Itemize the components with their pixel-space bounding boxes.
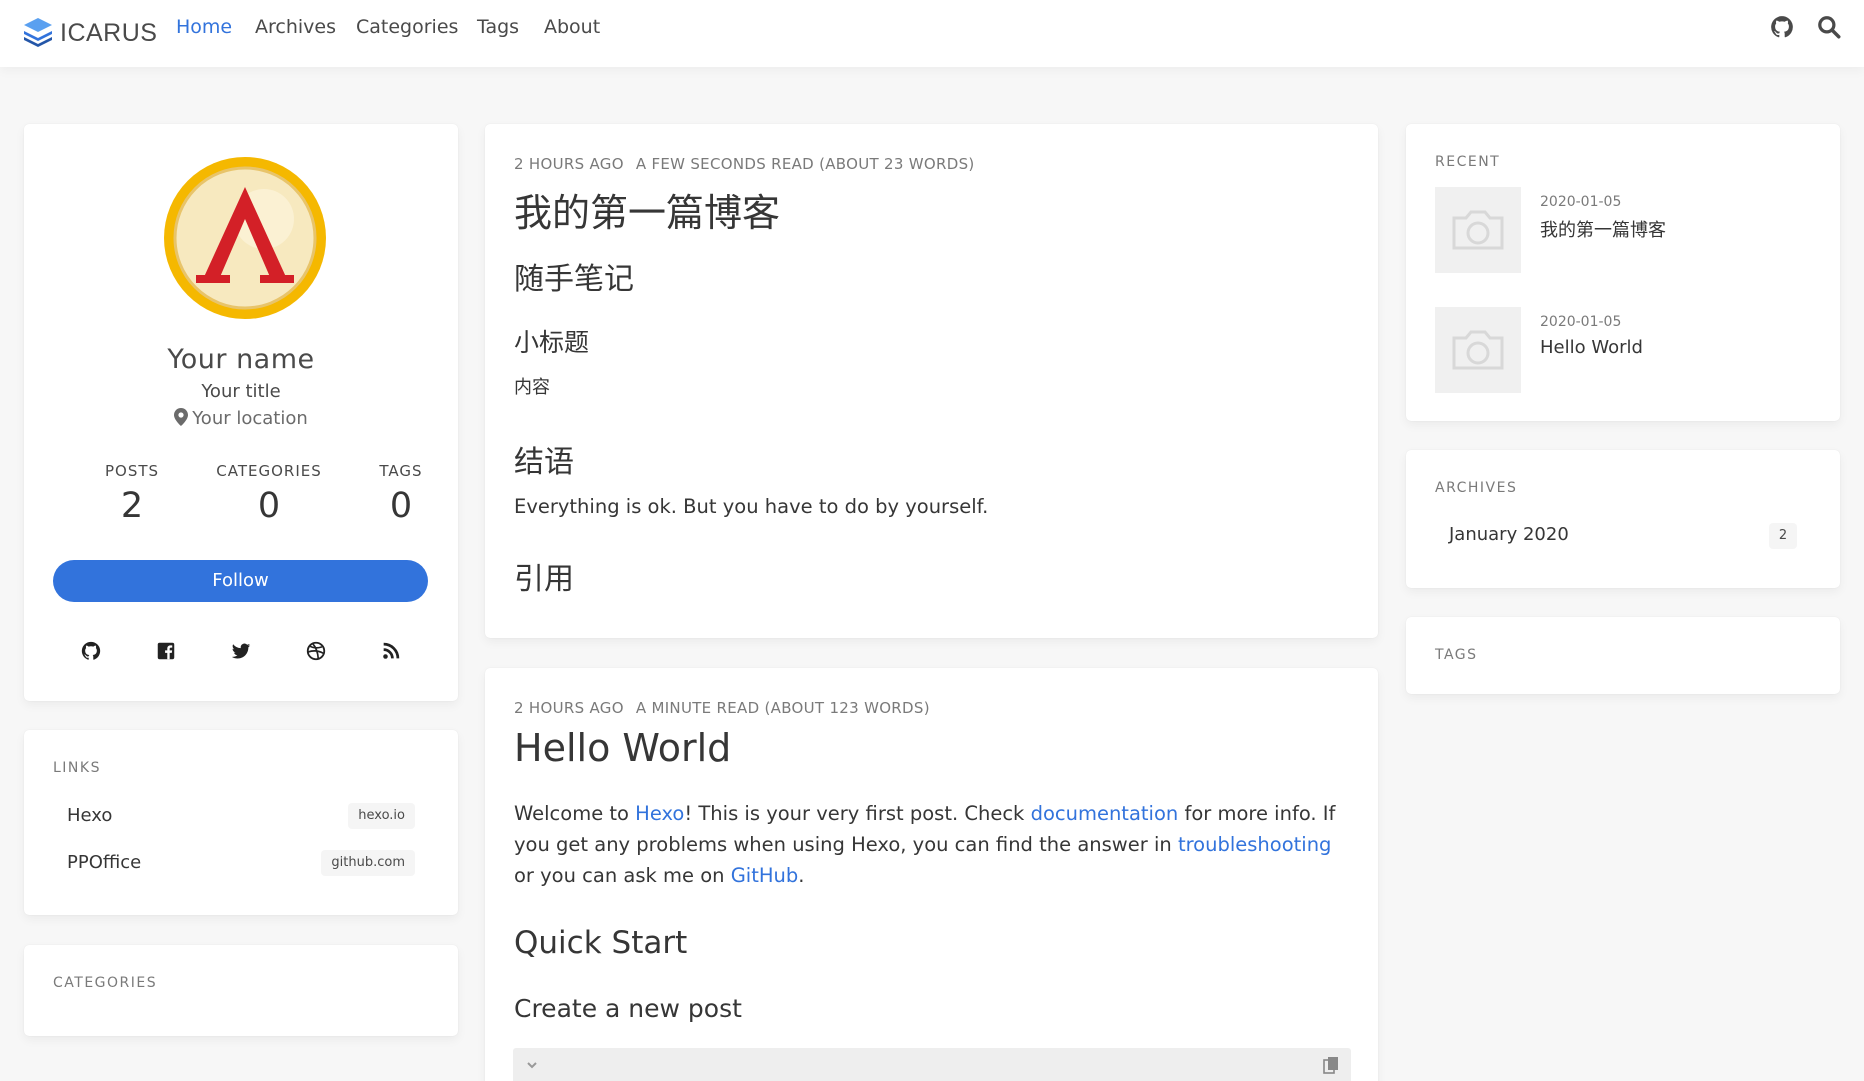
post-read-time: A MINUTE READ (ABOUT 123 WORDS) [635, 699, 930, 717]
profile-location-text: Your location [192, 408, 308, 429]
stat-value: 0 [389, 486, 413, 526]
links-title: LINKS [53, 760, 101, 776]
follow-button[interactable]: Follow [53, 560, 428, 602]
nav-tags[interactable]: Tags [477, 15, 519, 39]
link-host-tag: github.com [321, 850, 415, 876]
code-block-header [513, 1048, 1351, 1081]
archives-widget: ARCHIVES January 2020 2 [1406, 450, 1840, 588]
archives-title: ARCHIVES [1435, 480, 1518, 496]
recent-date: 2020-01-05 [1540, 194, 1622, 210]
copy-icon[interactable] [1323, 1056, 1339, 1074]
post-thumbnail[interactable] [1435, 187, 1521, 273]
post-thumbnail[interactable] [1435, 307, 1521, 393]
stat-label: TAGS [379, 462, 423, 480]
post-card: 2 HOURS AGO A FEW SECONDS READ (ABOUT 23 … [485, 124, 1378, 638]
hexo-link[interactable]: Hexo [635, 802, 684, 825]
post-date[interactable]: 2 HOURS AGO [514, 155, 624, 173]
stat-label: POSTS [104, 462, 160, 480]
text: or you can ask me on [514, 864, 731, 887]
github-link[interactable]: GitHub [731, 864, 799, 887]
camera-icon [1452, 330, 1504, 370]
layers-logo-icon [24, 18, 52, 47]
post-subheading: 小标题 [514, 328, 590, 357]
post-card: 2 HOURS AGO A MINUTE READ (ABOUT 123 WORD… [485, 668, 1378, 1081]
github-icon[interactable] [80, 640, 102, 662]
navbar: ICARUS Home Archives Categories Tags Abo… [0, 0, 1864, 67]
text: Welcome to [514, 802, 636, 825]
post-read-time: A FEW SECONDS READ (ABOUT 23 WORDS) [635, 155, 975, 173]
troubleshooting-link[interactable]: troubleshooting [1178, 833, 1332, 856]
nav-home[interactable]: Home [176, 15, 232, 39]
stat-tags[interactable]: TAGS 0 [331, 462, 471, 526]
nav-about[interactable]: About [544, 15, 600, 39]
github-icon[interactable] [1769, 14, 1795, 40]
brand-logo[interactable]: ICARUS [22, 10, 157, 56]
recent-widget: RECENT 2020-01-05 我的第一篇博客 2020-01-05 Hel… [1406, 124, 1840, 421]
brand-name: ICARUS [60, 18, 158, 47]
post-meta: 2 HOURS AGO A MINUTE READ (ABOUT 123 WORD… [514, 699, 930, 717]
stat-label: CATEGORIES [216, 462, 322, 480]
dribbble-icon[interactable] [305, 640, 327, 662]
post-paragraph: Everything is ok. But you have to do by … [514, 495, 989, 518]
stat-value: 2 [120, 486, 144, 526]
recent-title: RECENT [1435, 154, 1501, 170]
tags-widget: TAGS [1406, 617, 1840, 694]
recent-post-title[interactable]: 我的第一篇博客 [1540, 216, 1666, 242]
camera-icon [1452, 210, 1504, 250]
stat-categories[interactable]: CATEGORIES 0 [199, 462, 339, 526]
post-heading: 结语 [514, 445, 574, 480]
stat-value: 0 [257, 486, 281, 526]
profile-name: Your name [167, 344, 315, 375]
post-title[interactable]: 我的第一篇博客 [514, 182, 780, 237]
post-heading: 引用 [514, 562, 574, 597]
post-heading: Quick Start [514, 925, 688, 961]
post-paragraph: 内容 [514, 377, 550, 398]
post-subheading: Create a new post [514, 994, 742, 1023]
links-widget: LINKS Hexo hexo.io PPOffice github.com [24, 730, 458, 915]
profile-card: Your name Your title Your location POSTS… [24, 124, 458, 701]
recent-date: 2020-01-05 [1540, 314, 1622, 330]
post-title[interactable]: Hello World [514, 726, 731, 770]
link-host-tag: hexo.io [348, 803, 415, 829]
post-date[interactable]: 2 HOURS AGO [514, 699, 624, 717]
profile-title: Your title [201, 381, 281, 402]
twitter-icon[interactable] [230, 640, 252, 662]
post-heading: 随手笔记 [514, 262, 634, 297]
text: ! This is your very first post. Check [684, 802, 1031, 825]
search-icon[interactable] [1816, 14, 1842, 40]
nav-categories[interactable]: Categories [356, 15, 458, 39]
map-marker-icon [174, 408, 189, 426]
post-paragraph: Welcome to Hexo! This is your very first… [514, 798, 1354, 891]
categories-widget: CATEGORIES [24, 945, 458, 1036]
recent-post-title[interactable]: Hello World [1540, 337, 1643, 358]
text: . [798, 864, 805, 887]
facebook-icon[interactable] [155, 640, 177, 662]
post-meta: 2 HOURS AGO A FEW SECONDS READ (ABOUT 23 … [514, 155, 975, 173]
nav-archives[interactable]: Archives [255, 15, 336, 39]
tags-title: TAGS [1435, 647, 1478, 663]
documentation-link[interactable]: documentation [1031, 802, 1179, 825]
categories-title: CATEGORIES [53, 975, 158, 991]
avatar [164, 157, 326, 319]
archive-item[interactable]: January 2020 [1449, 524, 1569, 545]
stat-posts[interactable]: POSTS 2 [62, 462, 202, 526]
rss-icon[interactable] [380, 640, 402, 662]
link-ppoffice[interactable]: PPOffice [67, 852, 141, 873]
profile-location: Your location [24, 408, 458, 429]
chevron-down-icon[interactable] [525, 1058, 539, 1072]
archive-count: 2 [1769, 523, 1797, 549]
link-hexo[interactable]: Hexo [67, 805, 112, 826]
